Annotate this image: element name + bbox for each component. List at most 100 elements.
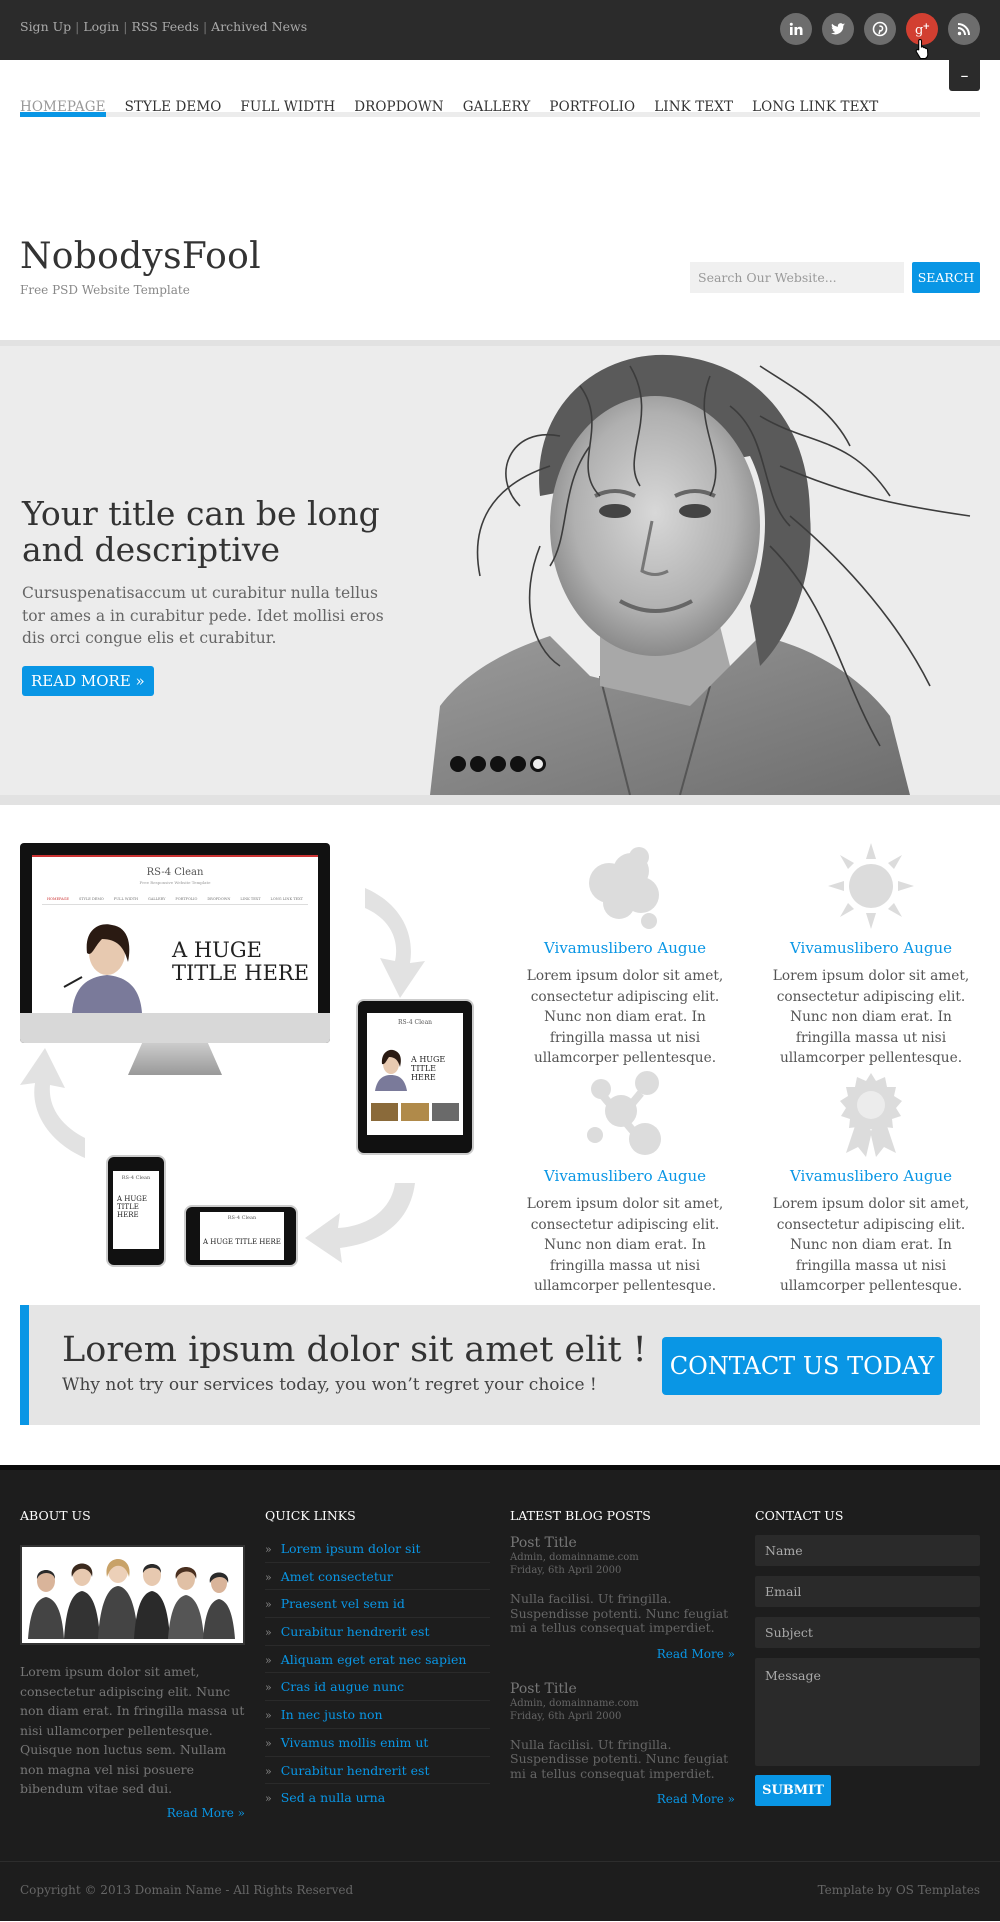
quick-link-item[interactable]: » Cras id augue nunc [265, 1673, 490, 1702]
site-name[interactable]: NobodysFool [20, 236, 261, 277]
nav-item-style-demo[interactable]: STYLE DEMO [125, 39, 222, 115]
quick-link-item[interactable]: » Amet consectetur [265, 1563, 490, 1591]
search-form: SEARCH [690, 262, 980, 293]
template-credit-link[interactable]: Template by OS Templates [818, 1883, 980, 1897]
search-input[interactable] [690, 262, 904, 293]
phone-landscape-brand: RS-4 Clean [227, 1215, 257, 1221]
slider-dot-5[interactable] [530, 756, 546, 772]
service-title[interactable]: Vivamuslibero Augue [516, 1167, 734, 1185]
login-link[interactable]: Login [83, 19, 119, 34]
post-date: Friday, 6th April 2000 [510, 1565, 622, 1576]
slide-text: Cursuspenatisaccum ut curabitur nulla te… [22, 584, 384, 647]
rss-feeds-link[interactable]: RSS Feeds [131, 19, 199, 34]
post-author: Admin, domainname.com [510, 1697, 639, 1709]
slider-dot-1[interactable] [450, 756, 466, 772]
quick-link-label: Praesent vel sem id [280, 1596, 405, 1612]
quick-link-item[interactable]: » In nec justo non [265, 1701, 490, 1729]
tablet-woman-image [375, 1049, 407, 1091]
footer-contact: CONTACT US SUBMIT [755, 1508, 980, 1806]
services-section: RS-4 Clean Free Responsive Website Templ… [20, 805, 980, 1305]
service-title[interactable]: Vivamuslibero Augue [516, 939, 734, 957]
quick-link-label: Curabitur hendrerit est [280, 1624, 430, 1640]
double-chevron-icon: » [265, 1543, 272, 1556]
blog-post: Post Title Admin, domainname.com Friday,… [510, 1535, 735, 1661]
award-icon [840, 1073, 902, 1157]
tablet-headline: A HUGE TITLE HERE [411, 1055, 446, 1082]
subject-field[interactable] [755, 1617, 980, 1648]
nav-item-homepage[interactable]: HOMEPAGE [20, 39, 106, 117]
main-nav: HOMEPAGE STYLE DEMO FULL WIDTH DROPDOWN … [20, 60, 980, 196]
phone-headline: A HUGE TITLE HERE [117, 1195, 147, 1219]
phone-landscape-headline: A HUGE TITLE HERE [203, 1238, 281, 1246]
name-field[interactable] [755, 1535, 980, 1566]
phone-portrait-device: RS-4 Clean A HUGE TITLE HERE [106, 1155, 166, 1267]
header: NobodysFool Free PSD Website Template SE… [20, 196, 980, 340]
double-chevron-icon: » [265, 1736, 272, 1750]
copyright-bar: Copyright © 2013 Domain Name - All Right… [0, 1861, 1000, 1921]
signup-link[interactable]: Sign Up [20, 19, 71, 34]
nav-item-dropdown[interactable]: DROPDOWN [354, 39, 444, 115]
slider-dot-4[interactable] [510, 756, 526, 772]
nav-item-long-link-text[interactable]: LONG LINK TEXT [752, 39, 878, 115]
contact-form: SUBMIT [755, 1535, 980, 1806]
slider-dot-2[interactable] [470, 756, 486, 772]
service-text: Lorem ipsum dolor sit amet, consectetur … [772, 968, 970, 1066]
slider-dot-3[interactable] [490, 756, 506, 772]
double-chevron-icon: » [265, 1764, 272, 1778]
quick-link-item[interactable]: » Sed a nulla urna [265, 1784, 490, 1812]
quick-link-label: Curabitur hendrerit est [280, 1762, 430, 1778]
monitor-menu-item: DROPDOWN [207, 897, 231, 901]
quick-link-item[interactable]: » Lorem ipsum dolor sit [265, 1535, 490, 1563]
quick-link-item[interactable]: » Aliquam eget erat nec sapien [265, 1646, 490, 1674]
service-title[interactable]: Vivamuslibero Augue [762, 939, 980, 957]
nav-item-gallery[interactable]: GALLERY [463, 39, 531, 115]
search-button[interactable]: SEARCH [912, 262, 980, 293]
quick-link-item[interactable]: » Praesent vel sem id [265, 1590, 490, 1619]
quick-link-label: Vivamus mollis enim ut [280, 1734, 429, 1750]
service-item-2: Vivamuslibero Augue Lorem ipsum dolor si… [762, 843, 980, 1069]
quick-link-item[interactable]: » Vivamus mollis enim ut [265, 1729, 490, 1757]
footer-quick-links: QUICK LINKS » Lorem ipsum dolor sit » Amet… [265, 1508, 490, 1812]
post-title[interactable]: Post Title [510, 1535, 735, 1551]
about-text: Lorem ipsum dolor sit amet, consectetur … [20, 1664, 245, 1796]
nav-item-link-text[interactable]: LINK TEXT [654, 39, 733, 115]
slide-title: Your title can be long and descriptive [22, 494, 380, 569]
message-field[interactable] [755, 1658, 980, 1766]
slider-dots [450, 756, 546, 772]
submit-button[interactable]: SUBMIT [755, 1775, 831, 1806]
quick-link-label: In nec justo non [280, 1707, 383, 1723]
footer-about: ABOUT US Lorem ipsum dolor sit amet, con… [20, 1508, 245, 1820]
call-to-action: Lorem ipsum dolor sit amet elit ! Why no… [20, 1305, 980, 1425]
post-title[interactable]: Post Title [510, 1681, 735, 1697]
post-read-more-link[interactable]: Read More » [510, 1792, 735, 1806]
blog-post: Post Title Admin, domainname.com Friday,… [510, 1681, 735, 1807]
monitor-menu-item: LONG LINK TEXT [270, 897, 303, 901]
quick-link-label: Aliquam eget erat nec sapien [280, 1651, 467, 1667]
archived-news-link[interactable]: Archived News [211, 19, 307, 34]
contact-us-button[interactable]: CONTACT US TODAY [662, 1337, 942, 1395]
molecule-icon [587, 1071, 661, 1155]
monitor-menu-item: STYLE DEMO [78, 897, 104, 901]
monitor-device: RS-4 Clean Free Responsive Website Templ… [20, 843, 330, 1075]
sun-icon [828, 843, 914, 929]
cta-title: Lorem ipsum dolor sit amet elit ! [62, 1330, 647, 1370]
quick-link-item[interactable]: » Curabitur hendrerit est [265, 1618, 490, 1646]
quick-link-label: Amet consectetur [280, 1568, 393, 1584]
read-more-button[interactable]: READ MORE » [22, 665, 154, 696]
double-chevron-icon: » [265, 1653, 272, 1667]
quick-link-item[interactable]: » Curabitur hendrerit est [265, 1757, 490, 1785]
service-title[interactable]: Vivamuslibero Augue [762, 1167, 980, 1185]
team-photo-image [20, 1545, 245, 1645]
service-item-4: Vivamuslibero Augue Lorem ipsum dolor si… [762, 1071, 980, 1297]
nav-item-full-width[interactable]: FULL WIDTH [240, 39, 335, 115]
monitor-subtitle: Free Responsive Website Template [139, 880, 211, 885]
hero-slider: Your title can be long and descriptive C… [0, 340, 1000, 805]
about-read-more-link[interactable]: Read More » [20, 1806, 245, 1820]
nav-item-portfolio[interactable]: PORTFOLIO [549, 39, 635, 115]
phone-brand: RS-4 Clean [121, 1175, 151, 1181]
double-chevron-icon: » [265, 1709, 272, 1723]
email-field[interactable] [755, 1576, 980, 1607]
cta-subtitle: Why not try our services today, you won’… [62, 1375, 597, 1395]
double-chevron-icon: » [265, 1626, 272, 1640]
post-read-more-link[interactable]: Read More » [510, 1647, 735, 1661]
